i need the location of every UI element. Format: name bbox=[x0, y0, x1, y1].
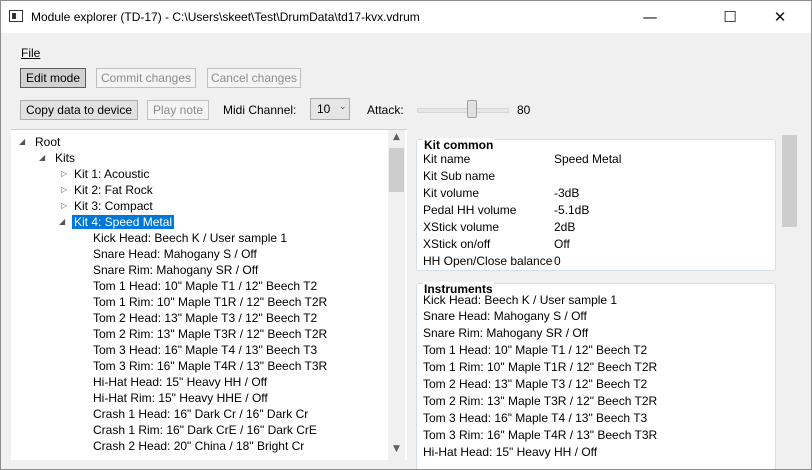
tree-node-label: Kit 3: Compact bbox=[74, 199, 153, 213]
tree-node-kit-2[interactable]: ▷ Kit 2: Fat Rock bbox=[59, 182, 153, 198]
instrument-item: Kick Head: Beech K / User sample 1 bbox=[423, 293, 618, 307]
chevron-down-icon: ⌄ bbox=[339, 102, 347, 112]
pedal-hh-volume-label: Pedal HH volume bbox=[423, 203, 517, 217]
tree-node-kits[interactable]: ◢ Kits bbox=[39, 150, 75, 166]
attack-slider-track[interactable] bbox=[417, 108, 509, 113]
instrument-item: Hi-Hat Head: 15" Heavy HH / Off bbox=[423, 445, 598, 459]
kit-volume-label: Kit volume bbox=[423, 186, 480, 200]
expanded-triangle-icon[interactable]: ◢ bbox=[39, 150, 45, 166]
minimize-button[interactable]: — bbox=[627, 1, 673, 33]
tree-scrollbar[interactable]: ▲ ▼ bbox=[388, 130, 405, 460]
kit-name-value: Speed Metal bbox=[554, 152, 622, 166]
details-scrollbar[interactable] bbox=[781, 129, 798, 459]
details-scrollbar-thumb[interactable] bbox=[782, 135, 797, 227]
window-title: Module explorer (TD-17) - C:\Users\skeet… bbox=[31, 10, 420, 24]
tree-node-instrument[interactable]: Tom 3 Rim: 16" Maple T4R / 13" Beech T3R bbox=[93, 358, 327, 374]
tree-node-label-selected: Kit 4: Speed Metal bbox=[72, 215, 175, 229]
instrument-item: Tom 3 Head: 16" Maple T4 / 13" Beech T3 bbox=[423, 411, 648, 425]
instrument-item: Tom 1 Head: 10" Maple T1 / 12" Beech T2 bbox=[423, 343, 648, 357]
tree-node-instrument[interactable]: Hi-Hat Rim: 15" Heavy HHE / Off bbox=[93, 390, 268, 406]
instrument-item: Tom 3 Rim: 16" Maple T4R / 13" Beech T3R bbox=[423, 428, 658, 442]
close-button[interactable]: ✕ bbox=[757, 1, 803, 33]
tree-node-label: Kit 1: Acoustic bbox=[74, 167, 150, 181]
tree-node-instrument[interactable]: Crash 2 Head: 20" China / 18" Bright Cr bbox=[93, 438, 304, 454]
midi-channel-label: Midi Channel: bbox=[223, 103, 297, 117]
attack-label: Attack: bbox=[367, 103, 404, 117]
tree-node-kit-1[interactable]: ▷ Kit 1: Acoustic bbox=[59, 166, 149, 182]
xstick-on-off-label: XStick on/off bbox=[423, 237, 491, 251]
attack-value: 80 bbox=[517, 103, 531, 117]
module-explorer-window: Module explorer (TD-17) - C:\Users\skeet… bbox=[0, 0, 812, 470]
panel-splitter[interactable] bbox=[407, 129, 414, 459]
tree-node-instrument[interactable]: Snare Head: Mahogany S / Off bbox=[93, 246, 257, 262]
expanded-triangle-icon[interactable]: ◢ bbox=[19, 134, 25, 150]
tree-node-kit-3[interactable]: ▷ Kit 3: Compact bbox=[59, 198, 153, 214]
kit-sub-name-label: Kit Sub name bbox=[423, 169, 496, 183]
instrument-item: Tom 2 Rim: 13" Maple T3R / 12" Beech T2R bbox=[423, 394, 658, 408]
tree-node-instrument[interactable]: Kick Head: Beech K / User sample 1 bbox=[93, 230, 287, 246]
xstick-volume-label: XStick volume bbox=[423, 220, 500, 234]
kit-common-header: Kit common bbox=[423, 138, 495, 152]
midi-channel-value: 10 bbox=[317, 102, 331, 116]
tree-node-label: Root bbox=[35, 135, 61, 149]
instrument-item: Snare Rim: Mahogany SR / Off bbox=[423, 326, 589, 340]
collapsed-triangle-icon[interactable]: ▷ bbox=[61, 182, 67, 198]
instruments-group: Instruments Kick Head: Beech K / User sa… bbox=[416, 282, 776, 469]
midi-channel-select[interactable]: 10 ⌄ bbox=[310, 98, 350, 120]
copy-data-to-device-button[interactable]: Copy data to device bbox=[20, 100, 138, 120]
kit-volume-value: -3dB bbox=[554, 186, 580, 200]
tree-node-label: Kit 2: Fat Rock bbox=[74, 183, 153, 197]
kit-common-group: Kit common Kit name Speed Metal Kit Sub … bbox=[416, 138, 776, 271]
tree-node-root[interactable]: ◢ Root bbox=[19, 134, 60, 150]
collapsed-triangle-icon[interactable]: ▷ bbox=[61, 198, 67, 214]
hh-balance-value: 0 bbox=[554, 254, 561, 268]
play-note-button[interactable]: Play note bbox=[147, 100, 209, 120]
tree-node-instrument[interactable]: Tom 1 Rim: 10" Maple T1R / 12" Beech T2R bbox=[93, 294, 327, 310]
app-window-icon bbox=[9, 10, 23, 22]
tree-node-instrument[interactable]: Snare Rim: Mahogany SR / Off bbox=[93, 262, 258, 278]
cancel-changes-button[interactable]: Cancel changes bbox=[207, 68, 301, 88]
tree-node-instrument[interactable]: Crash 1 Head: 16" Dark Cr / 16" Dark Cr bbox=[93, 406, 308, 422]
tree-node-instrument[interactable]: Tom 3 Head: 16" Maple T4 / 13" Beech T3 bbox=[93, 342, 317, 358]
hh-balance-label: HH Open/Close balance bbox=[423, 254, 553, 268]
commit-changes-button[interactable]: Commit changes bbox=[96, 68, 196, 88]
xstick-volume-value: 2dB bbox=[554, 220, 576, 234]
instrument-item: Tom 1 Rim: 10" Maple T1R / 12" Beech T2R bbox=[423, 360, 658, 374]
tree-node-label: Kits bbox=[55, 151, 76, 165]
menu-bar: File bbox=[1, 44, 811, 62]
instrument-item: Snare Head: Mahogany S / Off bbox=[423, 309, 587, 323]
menu-file[interactable]: File bbox=[21, 46, 40, 60]
xstick-on-off-value: Off bbox=[554, 237, 570, 251]
tree-node-instrument[interactable]: Tom 2 Rim: 13" Maple T3R / 12" Beech T2R bbox=[93, 326, 327, 342]
tree-node-kit-4[interactable]: ◢ Kit 4: Speed Metal bbox=[59, 214, 175, 230]
expanded-triangle-icon[interactable]: ◢ bbox=[59, 214, 65, 230]
tree-scrollbar-thumb[interactable] bbox=[389, 148, 404, 192]
tree-node-instrument[interactable]: Tom 1 Head: 10" Maple T1 / 12" Beech T2 bbox=[93, 278, 317, 294]
scroll-up-arrow-icon[interactable]: ▲ bbox=[388, 132, 405, 142]
maximize-button[interactable]: ☐ bbox=[707, 1, 753, 33]
attack-slider-thumb[interactable] bbox=[467, 100, 477, 118]
edit-mode-button[interactable]: Edit mode bbox=[20, 68, 86, 88]
tree-node-instrument[interactable]: Hi-Hat Head: 15" Heavy HH / Off bbox=[93, 374, 267, 390]
scroll-down-arrow-icon[interactable]: ▼ bbox=[388, 444, 405, 454]
tree-node-instrument[interactable]: Tom 2 Head: 13" Maple T3 / 12" Beech T2 bbox=[93, 310, 317, 326]
pedal-hh-volume-value: -5.1dB bbox=[554, 203, 590, 217]
instrument-item: Tom 2 Head: 13" Maple T3 / 12" Beech T2 bbox=[423, 377, 648, 391]
title-bar[interactable]: Module explorer (TD-17) - C:\Users\skeet… bbox=[1, 1, 811, 33]
tree-node-instrument[interactable]: Crash 1 Rim: 16" Dark CrE / 16" Dark CrE bbox=[93, 422, 317, 438]
module-tree[interactable]: ◢ Root ◢ Kits ▷ Kit 1: Acoustic ▷ Kit 2:… bbox=[11, 129, 407, 460]
kit-name-label: Kit name bbox=[423, 152, 471, 166]
collapsed-triangle-icon[interactable]: ▷ bbox=[61, 166, 67, 182]
